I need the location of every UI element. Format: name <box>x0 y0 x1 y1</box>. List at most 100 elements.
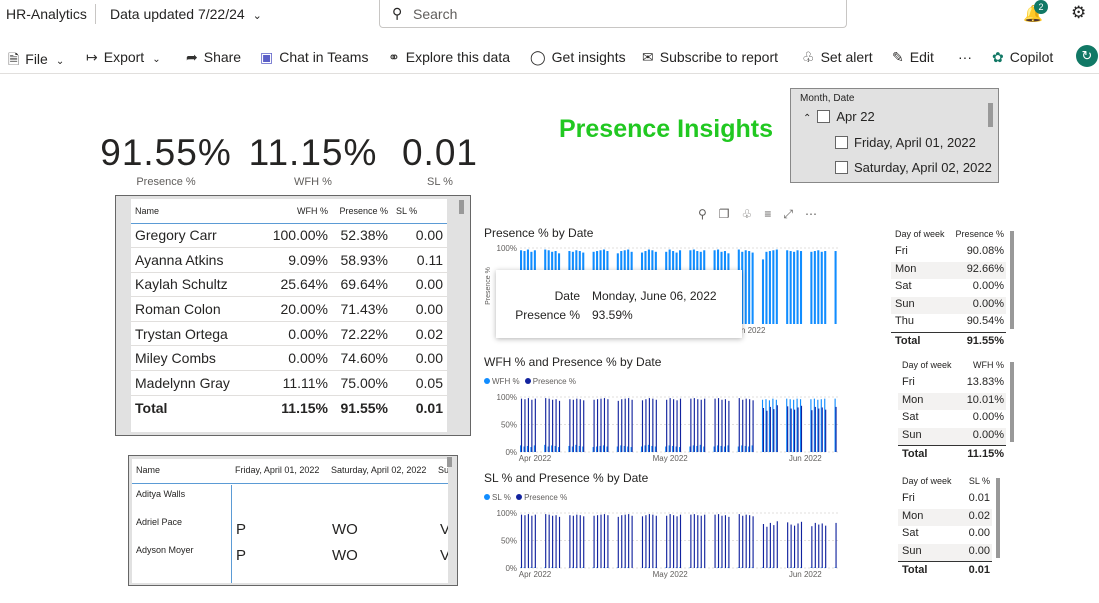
bar <box>666 515 668 568</box>
gear-icon[interactable]: ⚙ <box>1071 3 1086 23</box>
y-tick-label: 0% <box>505 448 517 457</box>
column-header[interactable]: Name <box>136 465 160 475</box>
app-title[interactable]: HR-Analytics <box>6 6 87 22</box>
divider <box>231 485 232 583</box>
table-row[interactable]: Gregory Carr 100.00% 52.38% 0.00 <box>131 223 447 249</box>
matrix-scrollbar[interactable] <box>447 457 452 467</box>
bar <box>817 250 820 324</box>
more-options-button[interactable]: ··· <box>958 49 972 65</box>
column-header[interactable]: Friday, April 01, 2022 <box>235 465 319 475</box>
table-row[interactable]: Miley Combs 0.00% 74.60% 0.00 <box>131 345 447 372</box>
matrix-cell: V <box>440 547 448 564</box>
table-row[interactable]: Trystan Ortega 0.00% 72.22% 0.02 <box>131 321 447 347</box>
export-menu[interactable]: ↦ Export ⌄ <box>86 49 161 66</box>
bell-icon[interactable]: ♧ <box>742 207 753 221</box>
bar <box>765 251 768 324</box>
slicer-scrollbar[interactable] <box>988 103 993 127</box>
bar <box>666 399 668 452</box>
sl-presence-chart[interactable]: 100% 50% 0%Apr 2022 May 2022 Jun 2022 <box>482 505 842 580</box>
table-scrollbar[interactable] <box>996 478 1000 558</box>
bar <box>596 399 599 452</box>
chevron-down-icon: ⌄ <box>55 56 65 67</box>
share-button[interactable]: ➦ Share <box>186 49 241 66</box>
bar <box>814 406 816 452</box>
bar <box>813 251 816 324</box>
column-header[interactable]: WFH % <box>270 199 332 224</box>
subscribe-label: Subscribe to report <box>659 49 779 65</box>
search-box[interactable]: ⚲ Search <box>379 0 847 28</box>
total-cell: 91.55% <box>332 394 392 420</box>
checkbox[interactable] <box>817 110 831 123</box>
bar <box>700 399 702 452</box>
pin-icon[interactable]: ⚲ <box>698 207 707 221</box>
subscribe-button[interactable]: ✉ Subscribe to report <box>642 49 778 66</box>
bar <box>821 523 823 568</box>
bar <box>621 399 623 452</box>
bar <box>814 522 816 568</box>
employee-table-visual: Name WFH % Presence % SL % Gregory Carr 1… <box>115 195 471 436</box>
slicer-item-month[interactable]: ⌃ Apr 22 <box>803 109 875 124</box>
more-options-icon[interactable]: ⋯ <box>805 207 817 221</box>
data-updated-dropdown[interactable]: Data updated 7/22/24 ⌄ <box>110 6 262 22</box>
bar <box>752 516 754 568</box>
bar <box>776 405 778 452</box>
wfh-presence-chart[interactable]: 100% 50% 0%Apr 2022 May 2022 Jun 2022 <box>482 389 842 464</box>
legend-label: Presence % <box>524 493 568 502</box>
column-header-sorted[interactable]: Presence % <box>332 199 392 224</box>
checkbox[interactable] <box>835 136 848 149</box>
slicer-item-date[interactable]: Saturday, April 02, 2022 <box>835 160 992 175</box>
x-tick-label: Apr 2022 <box>519 454 552 463</box>
get-insights-button[interactable]: ◯ Get insights <box>530 49 626 66</box>
explore-button[interactable]: ⚭ Explore this data <box>388 49 510 66</box>
table-cell: 58.93% <box>332 247 392 273</box>
column-header[interactable]: SL % <box>392 199 447 224</box>
chat-in-teams-button[interactable]: ▣ Chat in Teams <box>260 49 368 66</box>
bar <box>738 514 740 568</box>
copy-icon[interactable]: ❐ <box>719 207 730 221</box>
bar <box>751 252 754 324</box>
bar <box>818 524 820 568</box>
table-scrollbar[interactable] <box>1010 362 1014 442</box>
table-row[interactable]: Kaylah Schultz 25.64% 69.64% 0.00 <box>131 272 447 298</box>
filter-icon[interactable]: ≡ <box>764 207 771 221</box>
day-value: 13.83% <box>966 376 1004 388</box>
slicer-header: Month, Date <box>800 93 855 104</box>
bar <box>762 524 765 568</box>
file-menu[interactable]: 🗎 File ⌄ <box>8 49 64 73</box>
set-alert-button[interactable]: ♧ Set alert <box>802 49 873 66</box>
total-label: Total <box>902 564 928 576</box>
edit-button[interactable]: ✎ Edit <box>892 49 934 66</box>
sl-by-day-table: Day of week SL % Fri 0.01 Mon 0.02 Sat 0.00 Sun 0… <box>898 474 1015 582</box>
focus-mode-icon[interactable]: ⤢ <box>783 207 793 221</box>
table-scrollbar[interactable] <box>459 200 464 214</box>
table-row[interactable]: Madelynn Gray 11.11% 75.00% 0.05 <box>131 370 447 396</box>
bar <box>769 522 771 568</box>
column-header[interactable]: Saturday, April 02, 2022 <box>331 465 426 475</box>
bar <box>679 398 682 452</box>
table-cell: Miley Combs <box>131 345 270 372</box>
share-label: Share <box>203 49 242 65</box>
bar <box>721 399 723 452</box>
bar <box>728 516 730 568</box>
divider <box>132 483 448 484</box>
slicer-item-date[interactable]: Friday, April 01, 2022 <box>835 135 976 150</box>
checkbox[interactable] <box>835 161 848 174</box>
table-cell: 0.00% <box>270 345 332 372</box>
legend-dot <box>484 494 490 500</box>
bar <box>724 399 727 452</box>
bar <box>655 515 657 568</box>
total-label: Total <box>902 448 928 460</box>
table-row[interactable]: Roman Colon 20.00% 71.43% 0.00 <box>131 296 447 322</box>
x-tick-label: Jun 2022 <box>789 454 822 463</box>
bar <box>600 398 602 452</box>
bar <box>641 400 644 452</box>
table-scrollbar[interactable] <box>1010 231 1014 329</box>
chevron-down-icon: ⌄ <box>252 10 262 22</box>
bar <box>555 515 557 568</box>
copilot-button[interactable]: ✿ Copilot <box>992 49 1053 66</box>
table-row[interactable]: Ayanna Atkins 9.09% 58.93% 0.11 <box>131 247 447 273</box>
column-header[interactable]: Name <box>131 199 270 224</box>
bar <box>773 525 775 568</box>
refresh-icon[interactable]: ↻ <box>1076 45 1098 67</box>
explore-label: Explore this data <box>405 49 511 65</box>
